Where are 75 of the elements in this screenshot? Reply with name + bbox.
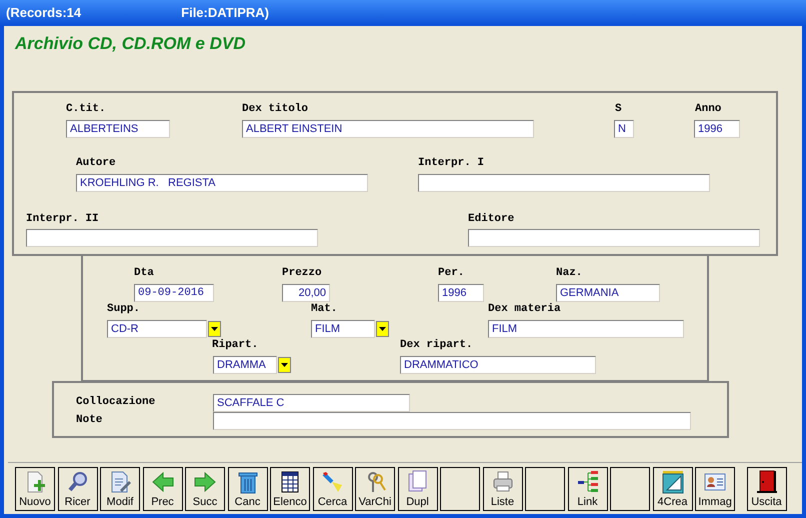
- toolbar-button[interactable]: Uscita: [746, 466, 786, 510]
- door-icon: [754, 470, 778, 494]
- left-arrow-icon: [150, 470, 174, 494]
- input-field[interactable]: ALBERTEINS: [66, 120, 170, 138]
- field-label: Anno: [695, 103, 722, 116]
- flashlight-icon: [320, 470, 344, 494]
- right-arrow-icon: [193, 470, 217, 494]
- magnifier-icon: [66, 470, 90, 494]
- field-label: Dta: [134, 267, 154, 280]
- dropdown-button[interactable]: [278, 357, 291, 373]
- field-label: Naz.: [556, 267, 582, 280]
- form-heading: Archivio CD, CD.ROM e DVD: [15, 33, 246, 55]
- dropdown-field[interactable]: DRAMMA: [213, 356, 277, 374]
- empty-toolbar-button[interactable]: [440, 466, 480, 510]
- field-label: Interpr. II: [26, 213, 99, 226]
- input-field[interactable]: [213, 412, 691, 430]
- caret-icon: [211, 327, 218, 331]
- toolbar-button[interactable]: Succ: [185, 466, 225, 510]
- toolbar-button[interactable]: Ricer: [58, 466, 98, 510]
- field-label: Supp.: [107, 303, 140, 316]
- caret-icon: [379, 327, 386, 331]
- field-label: Dex materia: [488, 303, 561, 316]
- file-name: File:DATIPRA): [181, 4, 270, 22]
- toolbar-button[interactable]: Prec: [142, 466, 182, 510]
- toolbar-button[interactable]: Dupl: [398, 466, 438, 510]
- tree-diagram-icon: [576, 470, 600, 494]
- trash-icon: [236, 470, 260, 494]
- input-field[interactable]: KROEHLING R. REGISTA: [76, 174, 368, 192]
- field-label: S: [615, 103, 622, 116]
- empty-toolbar-button[interactable]: [610, 466, 650, 510]
- input-field[interactable]: N: [614, 120, 634, 138]
- field-label: Editore: [468, 213, 514, 226]
- toolbar-button[interactable]: VarChi: [355, 466, 395, 510]
- field-label: Dex titolo: [242, 103, 308, 116]
- records-count: (Records:14: [6, 4, 82, 22]
- toolbar-button[interactable]: Nuovo: [15, 466, 55, 510]
- field-label: Collocazione: [76, 396, 156, 409]
- input-field[interactable]: FILM: [488, 320, 684, 338]
- toolbar-button[interactable]: Link: [568, 466, 608, 510]
- input-field[interactable]: 1996: [438, 284, 484, 302]
- input-field[interactable]: [26, 229, 318, 247]
- input-field[interactable]: GERMANIA: [556, 284, 660, 302]
- dropdown-button[interactable]: [208, 321, 221, 337]
- input-field[interactable]: 1996: [694, 120, 740, 138]
- printer-icon: [490, 470, 514, 494]
- ruler-triangle-icon: [660, 470, 684, 494]
- toolbar-button[interactable]: Elenco: [270, 466, 310, 510]
- input-field[interactable]: DRAMMATICO: [400, 356, 596, 374]
- toolbar-button[interactable]: 4Crea: [652, 466, 692, 510]
- input-field[interactable]: [468, 229, 760, 247]
- field-label: C.tit.: [66, 103, 106, 116]
- input-field[interactable]: 09-09-2016: [134, 284, 214, 302]
- document-copy-icon: [406, 470, 430, 494]
- toolbar-button[interactable]: Modif: [100, 466, 140, 510]
- dropdown-field[interactable]: CD-R: [107, 320, 207, 338]
- toolbar-button[interactable]: Canc: [228, 466, 268, 510]
- toolbar-button[interactable]: Liste: [482, 466, 522, 510]
- field-label: Autore: [76, 157, 116, 170]
- caret-icon: [281, 363, 288, 367]
- field-label: Prezzo: [282, 267, 322, 280]
- dropdown-field[interactable]: FILM: [311, 320, 375, 338]
- toolbar-button[interactable]: Cerca: [312, 466, 352, 510]
- input-field[interactable]: 20,00: [282, 284, 330, 302]
- toolbar-button[interactable]: Immag: [695, 466, 735, 510]
- input-field[interactable]: [418, 174, 710, 192]
- field-label: Dex ripart.: [400, 339, 473, 352]
- input-field[interactable]: ALBERT EINSTEIN: [242, 120, 534, 138]
- field-label: Mat.: [311, 303, 338, 316]
- field-label: Ripart.: [212, 339, 258, 352]
- field-label: Per.: [438, 267, 464, 280]
- field-label: Interpr. I: [418, 157, 484, 170]
- field-label: Note: [76, 414, 102, 427]
- empty-toolbar-button[interactable]: [525, 466, 565, 510]
- input-field[interactable]: SCAFFALE C: [213, 394, 410, 412]
- dropdown-button[interactable]: [376, 321, 389, 337]
